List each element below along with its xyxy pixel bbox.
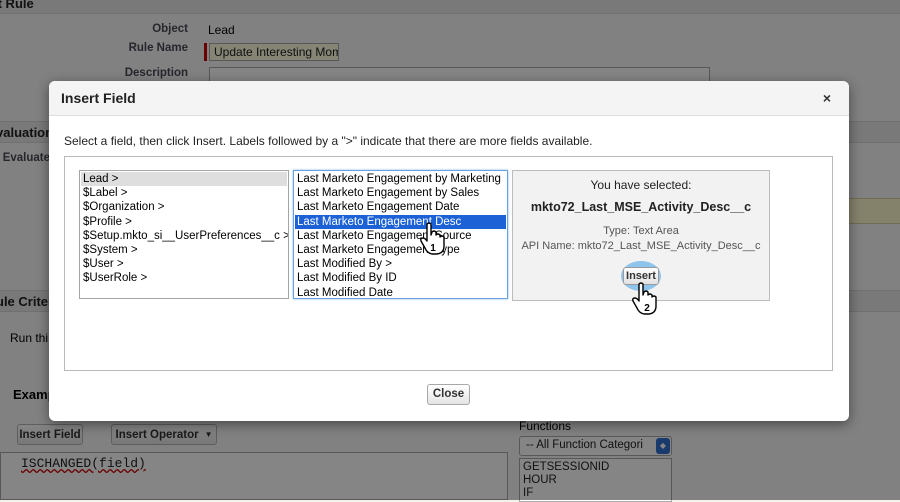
field-list-item[interactable]: Last Modified By > [295, 257, 506, 271]
selection-heading: You have selected: [590, 178, 692, 192]
hand-cursor-step-2-icon: 2 [632, 282, 657, 315]
dialog-header: Insert Field × [49, 81, 849, 116]
insert-field-dialog: Insert Field × Select a field, then clic… [49, 81, 849, 421]
object-list-item[interactable]: Lead > [81, 172, 287, 187]
object-list-item[interactable]: $Label > [81, 186, 287, 200]
field-list-item[interactable]: Last Marketo Engagement Source [295, 229, 506, 243]
dialog-instruction: Select a field, then click Insert. Label… [64, 134, 593, 148]
field-list-item[interactable]: Last Marketo Engagement by Sales [295, 186, 506, 200]
field-list-item[interactable]: Last Marketo Engagement Type [295, 243, 506, 257]
selected-field-api-name: API Name: mkto72_Last_MSE_Activity_Desc_… [521, 240, 761, 252]
selected-field-type: Type: Text Area [603, 225, 679, 237]
field-picker-panel: Lead > $Label > $Organization > $Profile… [64, 156, 833, 371]
object-list-item[interactable]: $Profile > [81, 215, 287, 229]
close-button[interactable]: Close [427, 384, 470, 405]
field-list-item[interactable]: Last Marketo Engagement Date [295, 200, 506, 214]
field-list-item-selected[interactable]: Last Marketo Engagement Desc [295, 214, 506, 229]
object-list-item[interactable]: $Organization > [81, 200, 287, 214]
field-list-item[interactable]: Last Modified Date [295, 286, 506, 299]
step-marker-2: 2 [644, 303, 650, 314]
close-icon[interactable]: × [819, 90, 835, 106]
object-list-item[interactable]: $User > [81, 257, 287, 271]
step-marker-1: 1 [430, 243, 436, 254]
object-listbox[interactable]: Lead > $Label > $Organization > $Profile… [79, 170, 289, 299]
field-list-item[interactable]: Last Marketo Engagement by Marketing [295, 172, 506, 186]
selected-field-name: mkto72_Last_MSE_Activity_Desc__c [530, 200, 752, 214]
object-list-item[interactable]: $Setup.mkto_si__UserPreferences__c > [81, 229, 288, 243]
hand-cursor-step-1-icon: 1 [420, 222, 445, 255]
dialog-title: Insert Field [61, 90, 136, 106]
field-listbox[interactable]: Last Marketo Engagement by Marketing Las… [293, 170, 508, 299]
object-list-item[interactable]: $System > [81, 243, 287, 257]
field-list-item[interactable]: Last Modified By ID [295, 271, 506, 285]
object-list-item[interactable]: $UserRole > [81, 271, 287, 285]
